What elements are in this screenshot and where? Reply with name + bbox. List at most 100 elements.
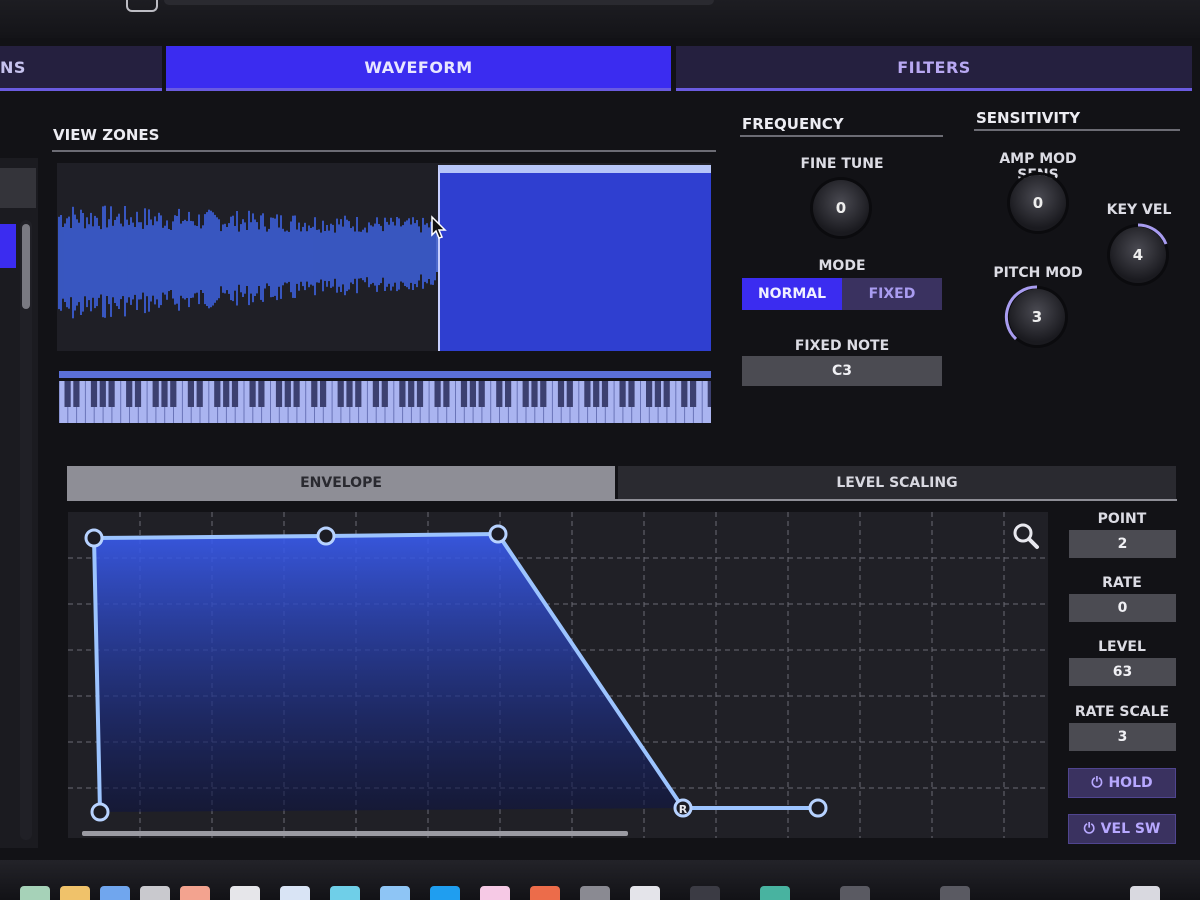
black-key	[73, 381, 80, 407]
black-key	[628, 381, 635, 407]
lower-tab-underline	[67, 499, 1177, 501]
envelope-editor[interactable]: R	[68, 512, 1048, 838]
key-vel-knob[interactable]: 4	[1110, 223, 1168, 283]
envelope-scrollbar[interactable]	[82, 831, 628, 836]
pitch-mod-label: PITCH MOD	[993, 265, 1083, 281]
sensitivity-divider	[974, 129, 1180, 131]
monitor-bezel	[0, 0, 1200, 38]
black-key	[531, 381, 538, 407]
rate-label: RATE	[1102, 575, 1142, 591]
dock-app-icon[interactable]	[940, 886, 970, 900]
list-header	[0, 168, 36, 208]
rate-scale-field[interactable]: 3	[1069, 723, 1176, 751]
view-zones-title: VIEW ZONES	[53, 126, 160, 144]
main-tab-bar: NS WAVEFORM FILTERS	[0, 46, 1200, 96]
black-key	[293, 381, 300, 407]
black-key	[355, 381, 362, 407]
tab-filters[interactable]: FILTERS	[676, 46, 1192, 91]
amp-mod-sens-knob[interactable]: 0	[1010, 175, 1066, 231]
piano-keyboard[interactable]	[58, 381, 714, 423]
black-key	[152, 381, 159, 407]
black-key	[99, 381, 106, 407]
dock-app-icon[interactable]	[760, 886, 790, 900]
power-icon: ⏻	[1083, 821, 1095, 837]
fine-tune-label: FINE TUNE	[800, 156, 884, 172]
black-key	[161, 381, 168, 407]
zone-selection[interactable]	[438, 165, 711, 351]
black-key	[601, 381, 609, 407]
keyboard-strip[interactable]	[58, 371, 714, 423]
dock-app-icon[interactable]	[430, 886, 460, 900]
piano-keys-graphic	[58, 381, 714, 423]
black-key	[654, 381, 661, 407]
zone-range-bar[interactable]	[59, 371, 711, 378]
envelope-point[interactable]	[90, 802, 110, 822]
dock-app-icon[interactable]	[20, 886, 50, 900]
waveform-display[interactable]	[57, 163, 711, 351]
dock-app-icon[interactable]	[580, 886, 610, 900]
envelope-point[interactable]	[808, 798, 828, 818]
dock-app-icon[interactable]	[180, 886, 210, 900]
dock-app-icon[interactable]	[1130, 886, 1160, 900]
frequency-divider	[740, 135, 943, 137]
vel-sw-button[interactable]: ⏻ VEL SW	[1068, 814, 1176, 844]
black-key	[584, 381, 591, 407]
dock-app-icon[interactable]	[230, 886, 260, 900]
point-label: POINT	[1097, 511, 1147, 527]
dock-app-icon[interactable]	[380, 886, 410, 900]
list-scroll-thumb[interactable]	[22, 224, 30, 309]
tab-level-scaling[interactable]: LEVEL SCALING	[618, 466, 1176, 500]
black-key	[566, 381, 573, 407]
rate-field[interactable]: 0	[1069, 594, 1176, 622]
list-item-selected[interactable]	[0, 224, 16, 268]
black-key	[170, 381, 177, 407]
envelope-graph: R	[68, 512, 1048, 838]
dock-app-icon[interactable]	[60, 886, 90, 900]
dock-app-icon[interactable]	[690, 886, 720, 900]
envelope-point[interactable]	[488, 524, 508, 544]
fixed-note-field[interactable]: C3	[742, 356, 942, 386]
level-field[interactable]: 63	[1069, 658, 1176, 686]
black-key	[416, 381, 424, 407]
black-key	[646, 381, 653, 407]
dock-app-icon[interactable]	[480, 886, 510, 900]
tab-envelope[interactable]: ENVELOPE	[67, 466, 615, 500]
list-scrollbar[interactable]	[20, 220, 32, 840]
zoom-icon[interactable]	[1012, 522, 1040, 550]
black-key	[64, 381, 71, 407]
black-key	[381, 381, 388, 407]
envelope-point[interactable]	[84, 528, 104, 548]
mode-normal-button[interactable]: NORMAL	[742, 278, 842, 310]
tab-operators[interactable]: NS	[0, 46, 162, 91]
dock-app-icon[interactable]	[530, 886, 560, 900]
black-key	[469, 381, 476, 407]
hold-button[interactable]: ⏻ HOLD	[1068, 768, 1176, 798]
black-key	[372, 381, 379, 407]
amp-mod-sens-value: 0	[1032, 194, 1044, 212]
black-key	[214, 381, 221, 407]
tab-waveform[interactable]: WAVEFORM	[166, 46, 671, 91]
black-key	[505, 381, 512, 407]
point-field[interactable]: 2	[1069, 530, 1176, 558]
black-key	[108, 381, 115, 407]
dock-app-icon[interactable]	[330, 886, 360, 900]
pitch-mod-knob[interactable]: 3	[1004, 285, 1065, 345]
black-key	[690, 381, 697, 407]
black-key	[408, 381, 415, 407]
mode-fixed-button[interactable]: FIXED	[842, 278, 942, 310]
dock-app-icon[interactable]	[100, 886, 130, 900]
dock-app-icon[interactable]	[280, 886, 310, 900]
synth-editor: NS WAVEFORM FILTERS VIEW ZONES FREQUENCY…	[0, 38, 1200, 860]
mode-toggle: NORMAL FIXED	[742, 278, 942, 310]
frequency-title: FREQUENCY	[742, 115, 844, 133]
dock-app-icon[interactable]	[630, 886, 660, 900]
envelope-point[interactable]	[316, 526, 336, 546]
black-key	[478, 381, 485, 407]
dock-app-icon[interactable]	[840, 886, 870, 900]
black-key	[223, 381, 230, 407]
black-key	[258, 381, 265, 407]
dock-app-icon[interactable]	[140, 886, 170, 900]
black-key	[284, 381, 291, 407]
black-key	[187, 381, 194, 407]
fine-tune-knob[interactable]: 0	[813, 180, 869, 236]
